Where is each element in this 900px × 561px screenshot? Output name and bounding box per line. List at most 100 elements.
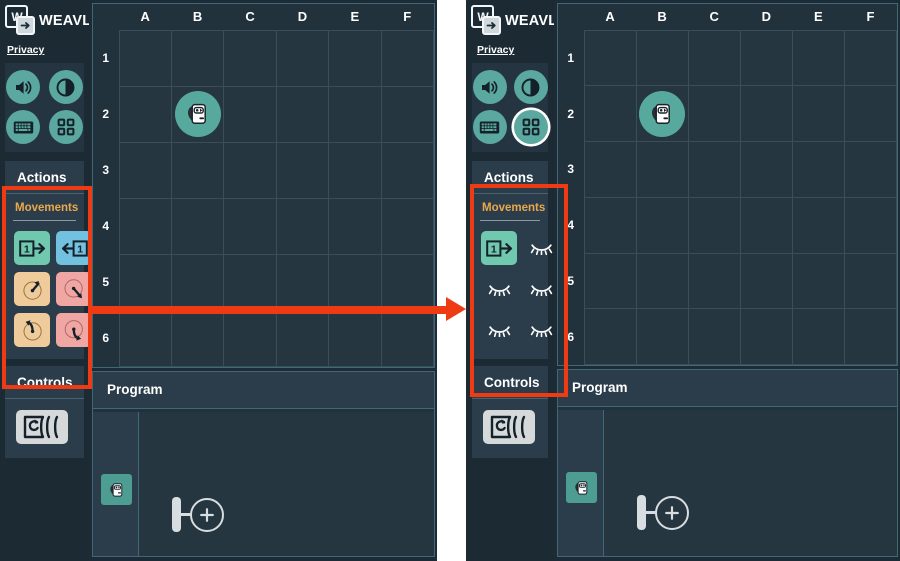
action-tile-forward-one[interactable]: 1 [14,231,50,265]
add-action-node[interactable] [637,495,689,530]
grid-cell[interactable] [635,308,689,365]
grid-cell[interactable] [170,29,225,87]
plus-icon[interactable] [190,497,224,532]
grid-cell[interactable] [843,29,898,87]
grid-cell[interactable] [583,196,637,254]
grid-cell[interactable] [223,197,277,255]
grid-cell[interactable] [223,85,277,143]
grid-cell-b2[interactable] [635,85,689,142]
grid-cell[interactable] [843,141,898,198]
action-tile-turn-left-45[interactable] [14,272,50,306]
grid-cell[interactable] [635,29,689,87]
grid-cell[interactable] [275,29,330,87]
grid-cell[interactable] [687,308,741,365]
robot-icon[interactable] [566,472,597,503]
grid-cell[interactable] [223,253,277,311]
grid-cell[interactable] [843,85,898,142]
apps-grid-icon-button[interactable] [48,110,83,144]
grid-cell[interactable] [843,196,898,254]
grid-cell[interactable] [739,29,793,87]
privacy-link[interactable]: Privacy [0,36,89,63]
program-canvas[interactable] [139,412,434,556]
grid-cell[interactable] [583,85,637,142]
grid-cell[interactable] [380,253,435,311]
grid-cell[interactable] [118,197,172,255]
volume-icon-button[interactable] [472,70,507,104]
grid-cell[interactable] [687,85,741,142]
grid-cell[interactable] [791,308,845,365]
grid-cell[interactable] [275,141,330,199]
grid-cell[interactable] [275,197,330,255]
program-canvas[interactable] [604,410,897,556]
control-tile-loop[interactable] [16,410,68,444]
grid-cell[interactable] [791,29,845,87]
grid-cell[interactable] [635,196,689,254]
grid-cell[interactable] [380,197,435,255]
robot-icon[interactable] [174,91,221,138]
grid-cell[interactable] [583,308,637,365]
apps-grid-icon-button[interactable] [513,110,548,144]
grid-cell[interactable] [739,85,793,142]
grid-cell[interactable] [380,85,435,143]
grid-cell[interactable] [223,309,277,368]
grid-cell[interactable] [118,253,172,311]
grid-cell[interactable] [118,85,172,143]
grid-cell[interactable] [170,309,225,368]
grid-cell[interactable] [223,29,277,87]
grid-cell[interactable] [118,141,172,199]
grid-cell[interactable] [583,252,637,310]
action-tile-forward-one[interactable]: 1 [481,231,517,265]
grid-cell[interactable] [739,196,793,254]
action-tile-backward-one[interactable]: 1 [56,231,92,265]
grid-cell[interactable] [170,253,225,311]
plus-icon[interactable] [655,495,689,530]
grid-cell[interactable] [328,253,382,311]
grid-cell[interactable] [118,29,172,87]
grid-cell[interactable] [635,141,689,198]
robot-icon[interactable] [639,90,686,137]
grid-cell[interactable] [380,141,435,199]
grid-cell[interactable] [275,309,330,368]
grid-cell[interactable] [583,141,637,198]
grid-cell[interactable] [687,252,741,310]
grid-cell[interactable] [791,141,845,198]
grid-cell[interactable] [275,253,330,311]
grid-cell[interactable] [275,85,330,143]
action-tile-turn-left-90[interactable] [14,313,50,347]
grid-cell[interactable] [739,308,793,365]
grid-cell[interactable] [170,197,225,255]
privacy-link[interactable]: Privacy [466,36,554,63]
grid-cell[interactable] [843,308,898,365]
robot-icon[interactable] [101,474,132,505]
grid-cell[interactable] [223,141,277,199]
action-tile-turn-right-45[interactable] [56,272,92,306]
grid-cell[interactable] [791,252,845,310]
hidden-action-slot[interactable] [481,272,517,306]
keyboard-icon-button[interactable] [472,110,507,144]
action-tile-turn-right-90[interactable] [56,313,92,347]
keyboard-icon-button[interactable] [6,110,41,144]
grid-cell[interactable] [791,85,845,142]
contrast-icon-button[interactable] [513,70,548,104]
grid-cell[interactable] [791,196,845,254]
grid-cell[interactable] [635,252,689,310]
grid-cell[interactable] [687,29,741,87]
grid-cell[interactable] [380,309,435,368]
grid-cell[interactable] [328,197,382,255]
volume-icon-button[interactable] [6,70,41,104]
control-tile-loop[interactable] [483,410,535,444]
grid-cell[interactable] [328,85,382,143]
grid-cell[interactable] [843,252,898,310]
grid-cell[interactable] [687,196,741,254]
grid-cell[interactable] [583,29,637,87]
add-action-node[interactable] [172,497,224,532]
grid-cell[interactable] [380,29,435,87]
grid-cell[interactable] [739,141,793,198]
grid-cell[interactable] [687,141,741,198]
grid-cell[interactable] [170,141,225,199]
grid-cell-b2[interactable] [170,85,225,143]
hidden-action-slot[interactable] [481,313,517,347]
contrast-icon-button[interactable] [48,70,83,104]
grid-cell[interactable] [328,309,382,368]
grid-cell[interactable] [328,29,382,87]
